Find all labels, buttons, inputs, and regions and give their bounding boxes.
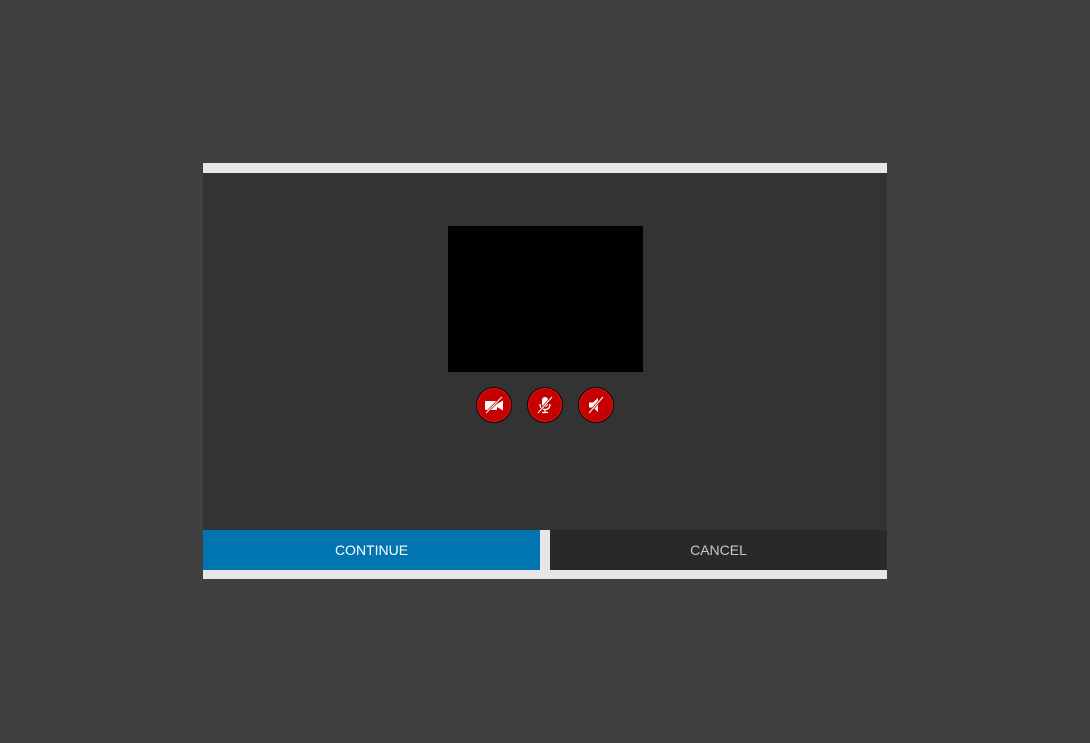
microphone-toggle-button[interactable] xyxy=(527,387,563,423)
camera-off-icon xyxy=(485,396,503,414)
dialog-body xyxy=(203,173,887,530)
dialog-footer: CONTINUE CANCEL xyxy=(203,530,887,570)
speaker-toggle-button[interactable] xyxy=(578,387,614,423)
microphone-off-icon xyxy=(537,396,553,414)
camera-toggle-button[interactable] xyxy=(476,387,512,423)
video-preview xyxy=(448,226,643,372)
continue-button[interactable]: CONTINUE xyxy=(203,530,540,570)
speaker-off-icon xyxy=(588,396,604,414)
device-setup-dialog: CONTINUE CANCEL xyxy=(203,163,887,579)
media-controls xyxy=(203,387,887,423)
cancel-button[interactable]: CANCEL xyxy=(550,530,887,570)
